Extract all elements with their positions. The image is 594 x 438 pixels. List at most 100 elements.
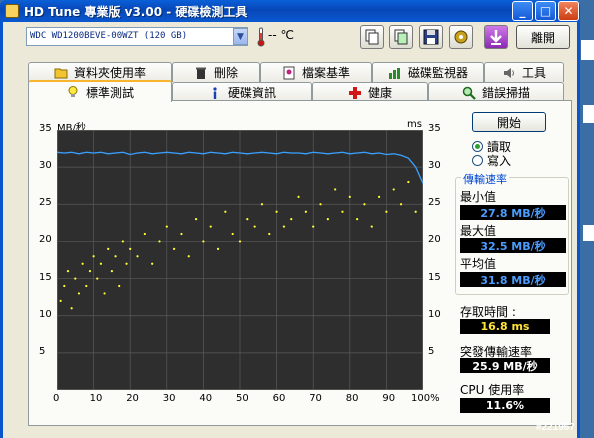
cpu-usage-label: CPU 使用率 [460, 383, 525, 397]
write-label: 寫入 [487, 154, 512, 168]
access-point [66, 270, 70, 273]
download-icon [490, 30, 502, 45]
access-point [81, 262, 84, 265]
exit-button[interactable]: 離開 [516, 25, 570, 49]
max-label: 最大值 [460, 224, 497, 238]
access-point [118, 284, 121, 288]
access-point [304, 210, 307, 213]
access-point [341, 210, 344, 213]
chevron-down-icon[interactable]: ▼ [233, 28, 248, 45]
tab-disk-monitor[interactable]: 磁碟監視器 [372, 62, 484, 82]
title-bar[interactable]: HD Tune 專業版 v3.00 - 硬碟檢測工具 _ □ ✕ [0, 0, 580, 22]
desktop-fragment [583, 225, 594, 241]
thermometer-icon [257, 27, 265, 47]
access-point [407, 180, 410, 184]
temperature-readout: -- ℃ [268, 28, 294, 42]
access-point [348, 195, 351, 198]
options-button[interactable] [449, 25, 473, 49]
access-point [290, 218, 293, 221]
x-tick: 30 [162, 393, 176, 404]
start-button[interactable]: 開始 [472, 112, 546, 132]
minimize-button[interactable]: _ [512, 1, 533, 21]
info-icon [213, 86, 217, 99]
access-point [282, 225, 286, 228]
access-point [319, 203, 322, 206]
min-label: 最小值 [460, 190, 497, 204]
access-point [246, 218, 249, 221]
x-tick: 10 [89, 393, 103, 404]
access-point [194, 218, 198, 221]
tab-tools[interactable]: 工具 [484, 62, 564, 82]
y-tick-left: 20 [39, 234, 52, 246]
x-tick: 0 [53, 393, 60, 404]
access-point [356, 218, 359, 221]
y-tick-left: 30 [39, 160, 52, 172]
access-time-label: 存取時間 : [460, 305, 516, 319]
access-point [121, 240, 124, 243]
access-point [107, 247, 110, 250]
min-value: 27.8 MB/秒 [460, 205, 566, 220]
access-point [70, 307, 73, 310]
disk-monitor-icon [388, 67, 400, 79]
tab-file-benchmark[interactable]: 檔案基準 [260, 62, 372, 82]
copy-info-icon [394, 29, 408, 45]
access-point [99, 262, 103, 265]
x-tick: 70 [309, 393, 322, 404]
access-point [110, 270, 113, 273]
avg-label: 平均值 [460, 257, 497, 271]
close-button[interactable]: ✕ [558, 1, 579, 21]
maximize-button[interactable]: □ [535, 1, 556, 21]
access-point [268, 232, 271, 236]
access-point [363, 203, 366, 206]
file-benchmark-icon [283, 66, 295, 79]
y-tick-right: 15 [428, 271, 441, 283]
access-point [392, 188, 395, 191]
read-radio[interactable] [472, 141, 483, 152]
drive-select[interactable]: WDC WD1200BEVE-00WZT (120 GB) [26, 27, 248, 46]
access-point [96, 277, 99, 280]
save-icon [423, 29, 439, 45]
copy-button[interactable] [360, 25, 384, 49]
access-point [216, 247, 220, 250]
access-point [129, 247, 132, 250]
y-tick-right: 10 [428, 308, 441, 320]
watermark: #221967 [536, 422, 575, 433]
tab-error-scan[interactable]: 錯誤掃描 [428, 82, 564, 102]
access-point [59, 299, 62, 302]
folder-icon [54, 68, 68, 78]
download-button[interactable] [484, 25, 508, 49]
window-title: HD Tune 專業版 v3.00 - 硬碟檢測工具 [24, 5, 248, 19]
access-point [385, 210, 388, 213]
access-point [260, 203, 264, 206]
lightbulb-icon [68, 86, 78, 97]
save-button[interactable] [419, 25, 443, 49]
y-tick-right: 20 [428, 234, 441, 246]
copy-icon [365, 29, 379, 45]
access-point [85, 284, 88, 288]
access-point [414, 210, 417, 213]
access-point [180, 232, 183, 236]
copy-info-button[interactable] [389, 25, 413, 49]
write-radio[interactable] [472, 155, 483, 166]
x-tick: 100% [411, 393, 440, 404]
y-tick-right: 25 [428, 197, 441, 209]
tab-benchmark[interactable]: 標準測試 [28, 80, 172, 102]
access-point [136, 255, 139, 258]
tab-health[interactable]: 健康 [312, 82, 428, 102]
access-point [370, 225, 373, 228]
access-point [158, 240, 161, 243]
access-point [275, 210, 278, 213]
access-point [103, 292, 106, 295]
tab-disk-info[interactable]: 硬碟資訊 [172, 82, 312, 102]
access-point [143, 232, 146, 236]
tab-label: 工具 [521, 66, 546, 80]
tab-erase[interactable]: 刪除 [172, 62, 260, 82]
access-point [224, 210, 227, 213]
access-point [312, 225, 315, 228]
cpu-usage-value: 11.6% [460, 398, 550, 413]
tab-folder-usage[interactable]: 資料夾使用率 [28, 62, 172, 82]
right-axis-label: ms [407, 119, 422, 130]
y-tick-right: 35 [428, 123, 441, 134]
max-value: 32.5 MB/秒 [460, 238, 566, 253]
access-point [209, 225, 212, 228]
